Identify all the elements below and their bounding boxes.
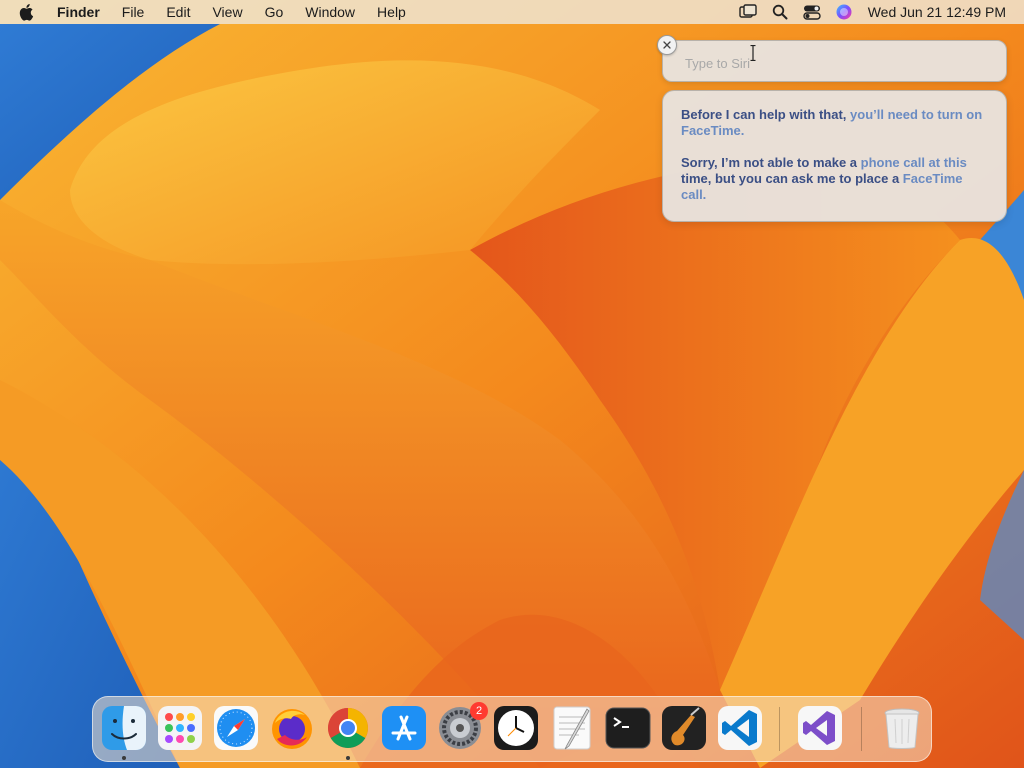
- launchpad-icon: [158, 706, 202, 750]
- app-store-icon: [382, 706, 426, 750]
- text-cursor-icon: [750, 45, 756, 61]
- menu-file[interactable]: File: [111, 0, 156, 24]
- garageband-icon: [662, 706, 706, 750]
- firefox-icon: [272, 709, 312, 749]
- dock-launchpad[interactable]: [157, 705, 203, 751]
- dock-garageband[interactable]: [661, 705, 707, 751]
- dock-chrome[interactable]: [325, 705, 371, 751]
- menu-view[interactable]: View: [201, 0, 253, 24]
- dock: [92, 696, 932, 762]
- dock-clock[interactable]: [493, 705, 539, 751]
- finder-icon: [102, 706, 146, 750]
- dock-firefox[interactable]: [269, 705, 315, 751]
- siri-close-button[interactable]: [657, 35, 677, 55]
- chrome-icon: [328, 708, 368, 748]
- dock-app-store[interactable]: [381, 705, 427, 751]
- dock-visual-studio[interactable]: [797, 705, 843, 751]
- dock-trash[interactable]: [879, 705, 925, 751]
- menu-app-name[interactable]: Finder: [51, 0, 111, 24]
- menu-go[interactable]: Go: [254, 0, 295, 24]
- system-settings-badge: 2: [470, 702, 488, 720]
- siri-response-message-2: Sorry, I’m not able to make a phone call…: [681, 155, 967, 202]
- clock-icon: [494, 706, 538, 750]
- safari-icon: [214, 706, 258, 750]
- control-center-icon[interactable]: [801, 2, 823, 22]
- textedit-icon: [553, 706, 591, 750]
- terminal-icon: [605, 707, 651, 749]
- menu-bar-clock[interactable]: Wed Jun 21 12:49 PM: [868, 4, 1006, 20]
- vscode-icon: [718, 706, 762, 750]
- siri-response-message-1: Before I can help with that, you’ll need…: [681, 107, 983, 138]
- menu-bar: Finder File Edit View Go Window Help Wed…: [0, 0, 1024, 24]
- close-icon: [663, 41, 671, 49]
- dock-safari[interactable]: [213, 705, 259, 751]
- dock-finder[interactable]: [101, 705, 147, 751]
- siri-response-panel: Before I can help with that, you’ll need…: [662, 90, 1007, 222]
- screen-mirroring-icon[interactable]: [737, 2, 759, 22]
- trash-icon: [884, 708, 920, 749]
- siri-icon[interactable]: [833, 2, 855, 22]
- spotlight-search-icon[interactable]: [769, 2, 791, 22]
- siri-input-panel: [662, 40, 1007, 82]
- dock-vscode[interactable]: [717, 705, 763, 751]
- menu-edit[interactable]: Edit: [155, 0, 201, 24]
- dock-textedit[interactable]: [549, 705, 595, 751]
- siri-text-input[interactable]: [683, 51, 987, 75]
- apple-menu-icon[interactable]: [17, 2, 37, 22]
- dock-terminal[interactable]: [605, 705, 651, 751]
- menu-window[interactable]: Window: [294, 0, 366, 24]
- menu-help[interactable]: Help: [366, 0, 417, 24]
- visual-studio-icon: [798, 706, 842, 750]
